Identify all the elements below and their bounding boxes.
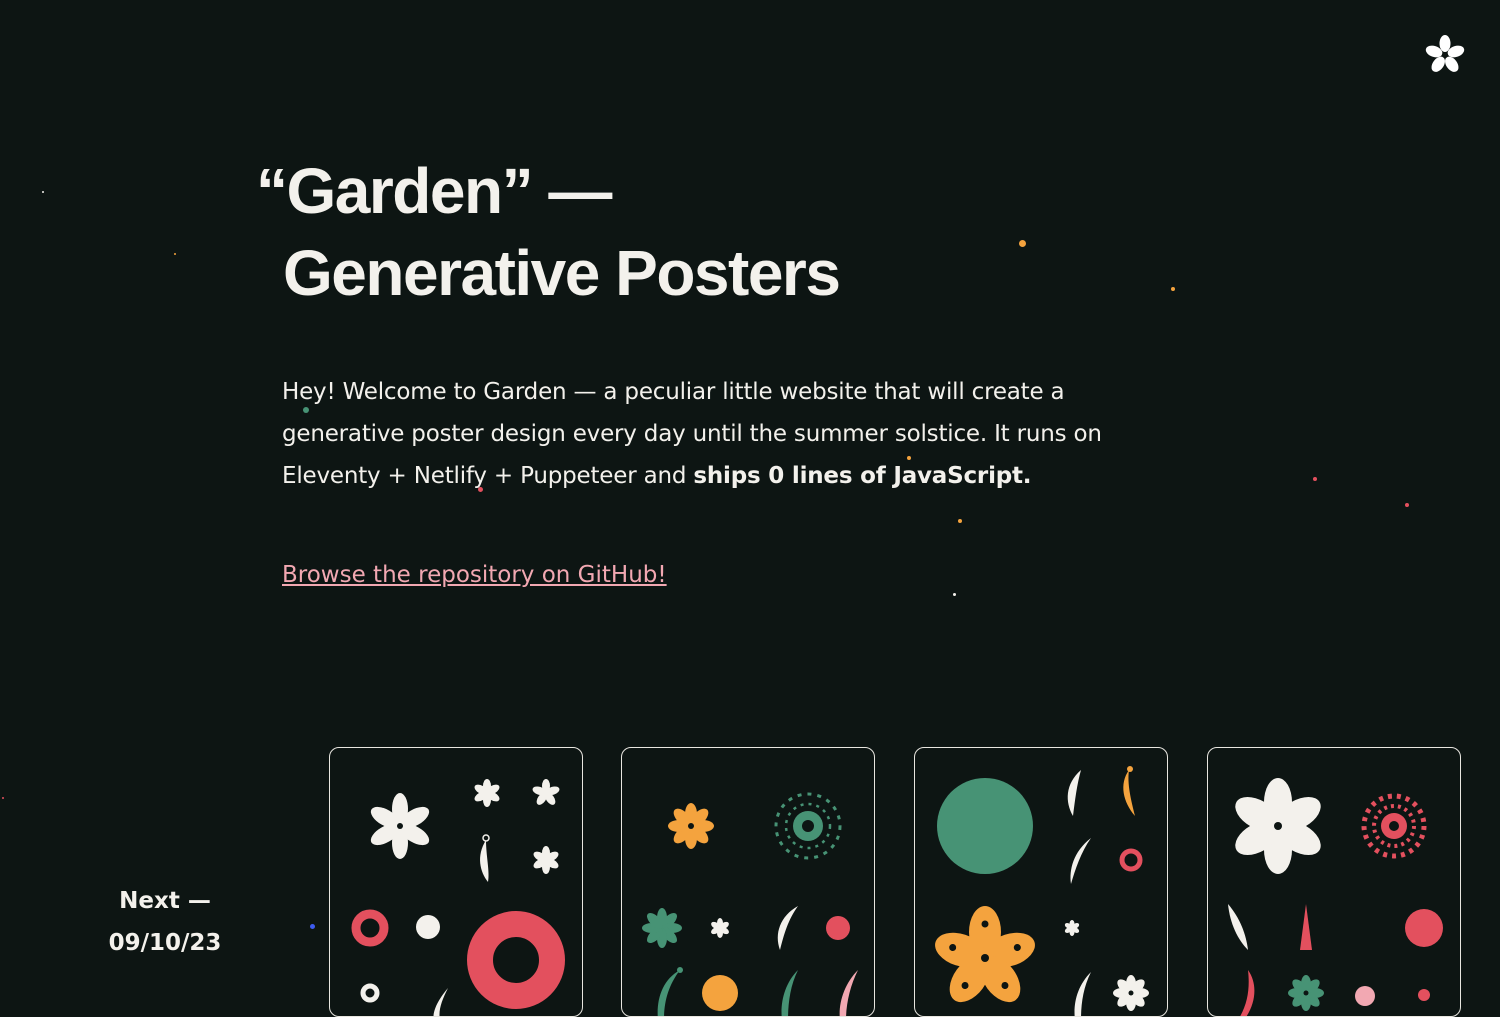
speckle-dot <box>174 253 176 255</box>
speckle-dot <box>478 487 483 492</box>
speckle-dot <box>907 456 911 460</box>
poster-card-2[interactable] <box>621 747 875 1017</box>
next-date: 09/10/23 <box>108 930 222 956</box>
speckle-dot <box>958 519 962 523</box>
poster-thumbnail-1 <box>351 779 565 1016</box>
title-line-2: Generative Posters <box>283 237 841 309</box>
page-title: “Garden” — Generative Posters <box>256 150 841 314</box>
intro-bold-text: ships 0 lines of JavaScript. <box>693 463 1032 489</box>
speckle-dot <box>1019 240 1026 247</box>
speckle-dot <box>953 593 956 596</box>
speckle-dot <box>1313 477 1317 481</box>
next-label: Next — <box>119 888 211 914</box>
poster-card-3[interactable] <box>914 747 1168 1017</box>
title-line-1: “Garden” — <box>256 155 612 227</box>
github-link[interactable]: Browse the repository on GitHub! <box>282 557 667 593</box>
intro-paragraph: Hey! Welcome to Garden — a peculiar litt… <box>282 371 1152 497</box>
speckle-dot <box>42 191 44 193</box>
poster-thumbnail-2 <box>642 792 858 1016</box>
poster-thumbnail-3 <box>935 766 1149 1016</box>
speckle-dot <box>2 797 4 799</box>
next-poster-nav[interactable]: Next — 09/10/23 <box>90 880 240 964</box>
flower-logo-icon[interactable] <box>1425 35 1465 75</box>
speckle-dot <box>303 407 309 413</box>
speckle-dot <box>310 924 315 929</box>
poster-thumbnail-4 <box>1228 778 1443 1016</box>
speckle-dot <box>1405 503 1409 507</box>
speckle-dot <box>1171 287 1175 291</box>
poster-card-1[interactable] <box>329 747 583 1017</box>
poster-card-4[interactable] <box>1207 747 1461 1017</box>
